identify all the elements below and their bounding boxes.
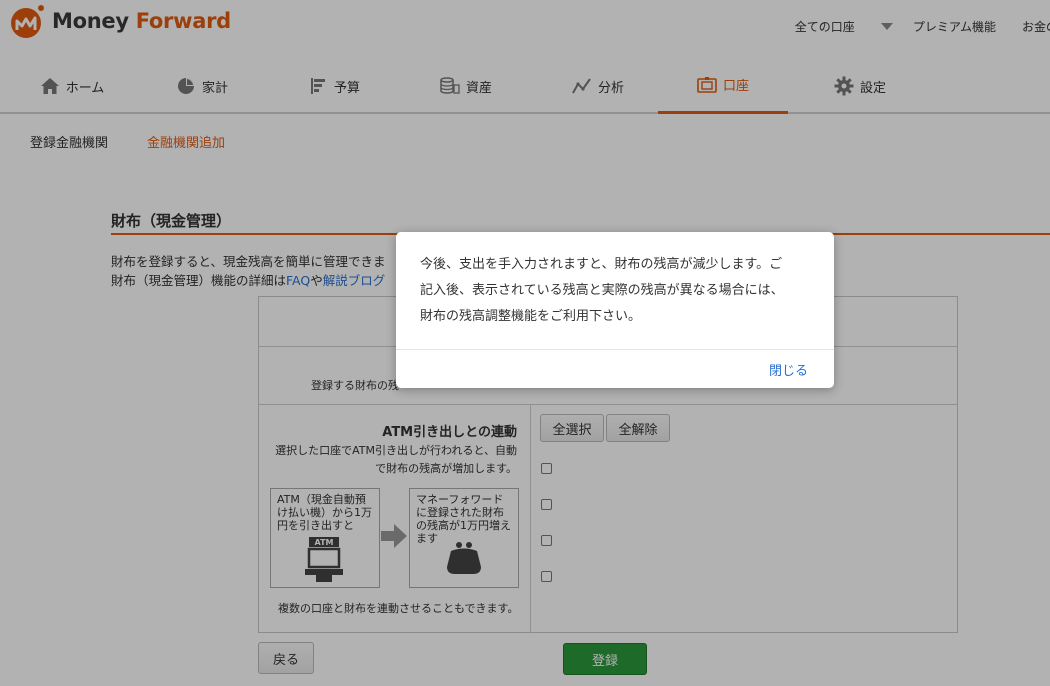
dialog-close-button[interactable]: 閉じる — [769, 360, 808, 379]
dialog-divider — [396, 349, 834, 350]
notice-dialog: 今後、支出を手入力されますと、財布の残高が減少します。ご 記入後、表示されている… — [396, 232, 834, 388]
dialog-message: 今後、支出を手入力されますと、財布の残高が減少します。ご 記入後、表示されている… — [420, 257, 784, 324]
